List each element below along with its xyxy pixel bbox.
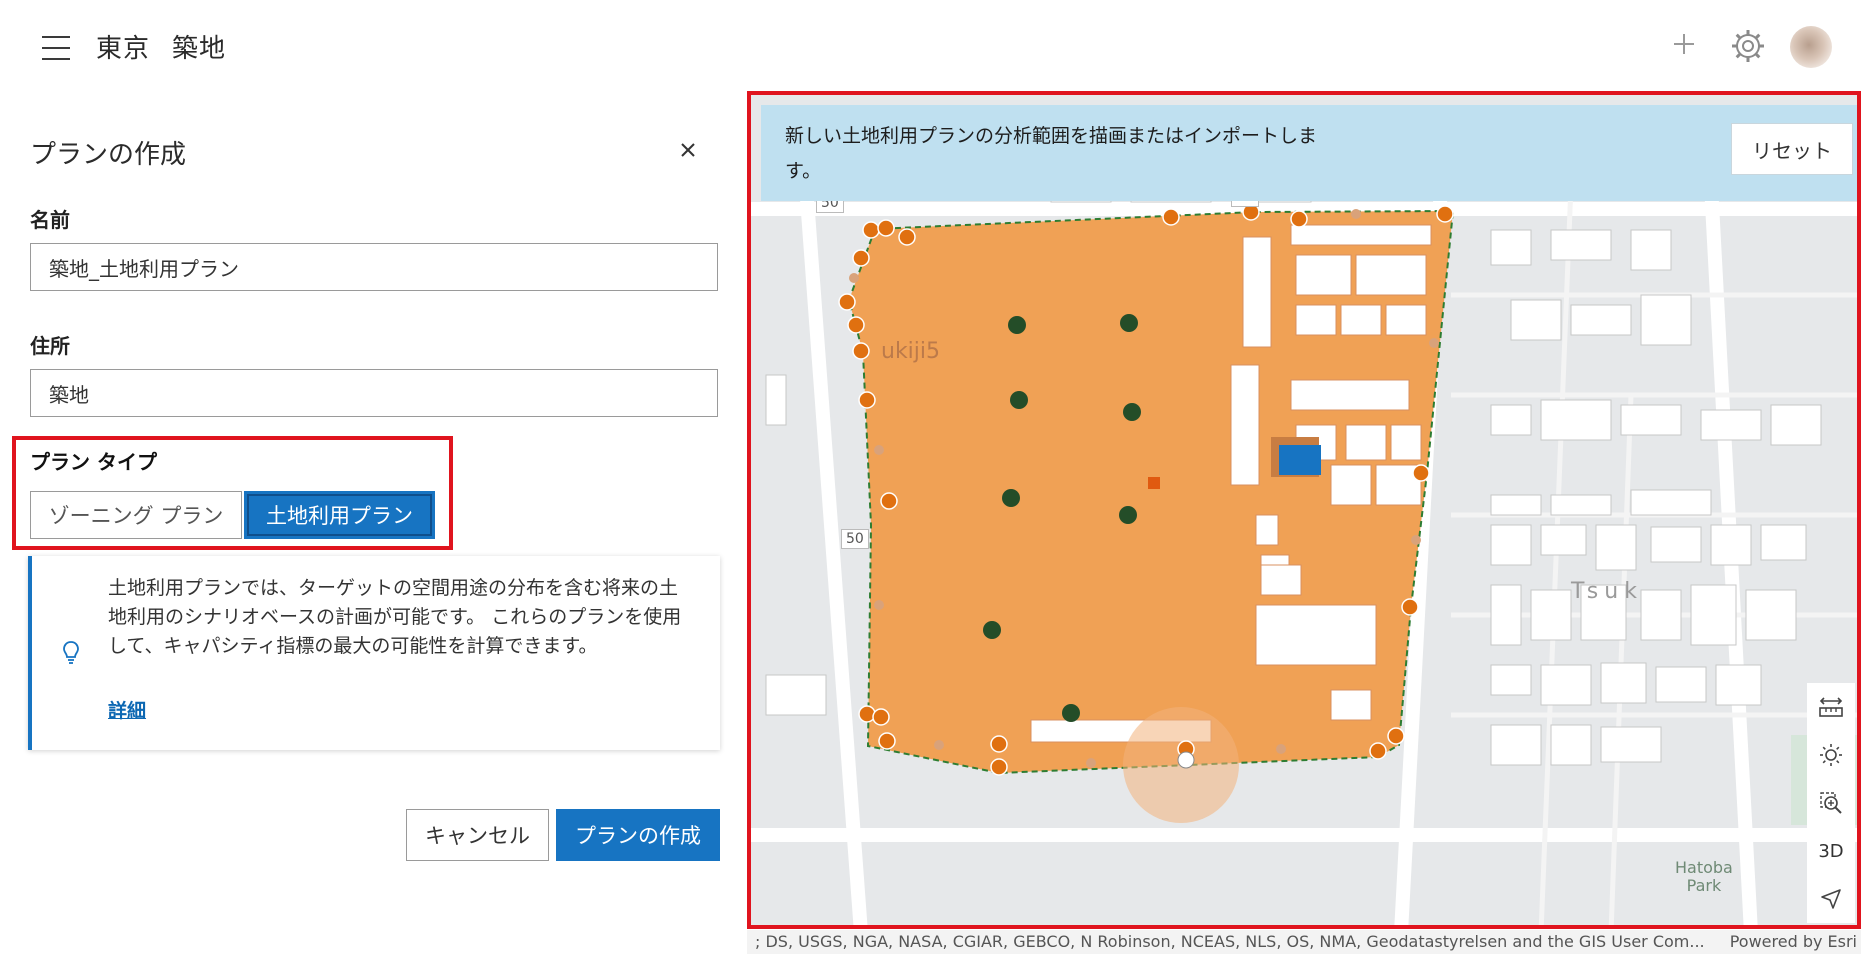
locate-tool[interactable]	[1807, 875, 1855, 923]
info-text: 土地利用プランでは、ターゲットの空間用途の分布を含む将来の土地利用のシナリオベー…	[108, 577, 682, 657]
place-label: Tsuk	[1571, 579, 1643, 604]
plan-center-marker[interactable]	[1148, 477, 1160, 489]
title-area: 築地	[172, 34, 227, 64]
land-use-plan-option[interactable]: 土地利用プラン	[244, 491, 435, 539]
gear-icon[interactable]	[1730, 28, 1766, 64]
locate-icon	[1821, 889, 1841, 909]
reset-button[interactable]: リセット	[1731, 123, 1853, 175]
title-city: 東京	[96, 34, 151, 64]
info-card: 土地利用プランでは、ターゲットの空間用途の分布を含む将来の土地利用のシナリオベー…	[28, 556, 720, 750]
instruction-banner: 新しい土地利用プランの分析範囲を描画またはインポートします。 リセット	[761, 105, 1857, 201]
create-plan-button[interactable]: プランの作成	[556, 809, 720, 861]
zoom-area-icon	[1820, 792, 1842, 814]
place-label: ukiji5	[881, 339, 941, 364]
add-icon[interactable]	[1670, 30, 1698, 58]
cancel-button[interactable]: キャンセル	[406, 809, 549, 861]
app-header: 東京 築地	[0, 0, 1865, 90]
selected-building[interactable]	[1279, 445, 1321, 475]
measure-tool[interactable]	[1807, 683, 1855, 731]
menu-icon[interactable]	[42, 36, 70, 60]
map-canvas[interactable]	[751, 95, 1861, 929]
zoom-area-tool[interactable]	[1807, 779, 1855, 827]
address-field[interactable]	[30, 369, 718, 417]
3d-toggle-button[interactable]: 3D	[1807, 827, 1855, 875]
map-attribution: ; DS, USGS, NGA, NASA, CGIAR, GEBCO, N R…	[747, 930, 1861, 954]
name-label: 名前	[30, 208, 70, 232]
zoning-plan-option[interactable]: ゾーニング プラン	[30, 491, 242, 539]
details-link[interactable]: 詳細	[108, 696, 146, 723]
place-label-hatoba-park: Hatoba Park	[1675, 858, 1733, 895]
lightbulb-icon	[63, 641, 79, 664]
panel-title: プランの作成	[30, 140, 187, 170]
plan-type-label: プラン タイプ	[30, 450, 157, 474]
powered-by-esri[interactable]: Powered by Esri	[1719, 932, 1857, 951]
name-field[interactable]	[30, 243, 718, 291]
map-view[interactable]: 50 50 50 ukiji5 Tsuk HatobaPark 新しい土地利用プ…	[747, 91, 1861, 929]
app-title: 東京 築地	[96, 28, 226, 65]
measure-icon	[1819, 697, 1843, 717]
banner-text: 新しい土地利用プランの分析範囲を描画またはインポートします。	[785, 125, 1318, 182]
close-icon[interactable]	[678, 140, 698, 160]
attribution-text: ; DS, USGS, NGA, NASA, CGIAR, GEBCO, N R…	[755, 932, 1705, 951]
avatar[interactable]	[1790, 26, 1832, 68]
daylight-tool[interactable]	[1807, 731, 1855, 779]
sun-icon	[1820, 744, 1842, 766]
road-label: 50	[841, 529, 869, 549]
address-label: 住所	[30, 334, 70, 358]
